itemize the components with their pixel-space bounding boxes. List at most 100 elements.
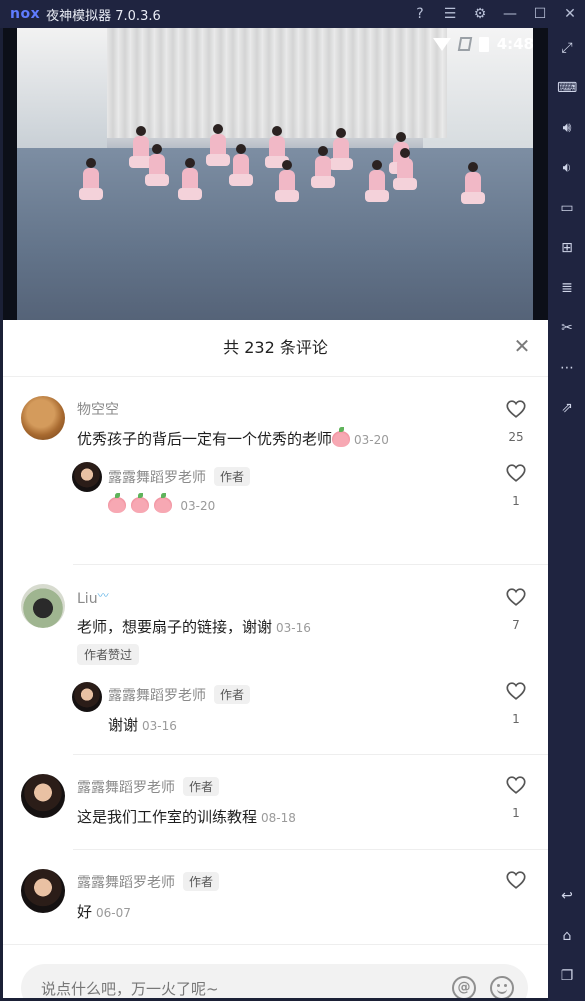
like-count: 1 [512,712,520,726]
reply-date: 03-20 [180,499,216,513]
like-button[interactable]: 1 [501,774,531,820]
comment-username[interactable]: 露露舞蹈罗老师 作者 [77,777,220,797]
divider [73,564,548,565]
emulator-title: 夜神模拟器 7.0.3.6 [46,8,161,24]
peach-emoji-icon [108,493,126,513]
screen-icon[interactable]: ▭ [557,198,577,218]
dancer [275,160,299,204]
like-button[interactable]: 25 [501,398,531,444]
wifi-icon [432,37,451,51]
heart-icon [506,871,526,889]
close-icon[interactable]: ✕ [512,336,532,356]
video-player[interactable]: 4:48 [3,28,548,320]
avatar[interactable] [72,462,102,492]
avatar[interactable] [21,869,65,913]
comment-date: 03-16 [276,621,311,635]
like-count: 25 [508,430,524,444]
like-count: 1 [512,494,520,508]
comment-text[interactable]: 优秀孩子的背后一定有一个优秀的老师 03-20 [77,427,389,449]
dancer [129,126,153,170]
share-icon[interactable]: ⇗ [557,398,577,418]
heart-icon [506,682,526,700]
reply-text[interactable]: 03-20 [108,493,216,514]
author-tag: 作者 [214,467,251,486]
help-icon[interactable]: ? [411,6,429,22]
back-icon[interactable]: ↩ [557,886,577,906]
avatar[interactable] [21,396,65,440]
reply-username[interactable]: 露露舞蹈罗老师 作者 [108,467,251,487]
comment-text[interactable]: 老师，想要扇子的链接，谢谢 03-16 [77,616,311,637]
fullscreen-icon[interactable]: ⤢ [557,38,577,58]
clock: 4:48 [496,35,534,53]
volume-up-icon[interactable]: 🔊︎ [557,118,577,138]
heart-icon [506,464,526,482]
comment-username[interactable]: 物空空 [77,399,119,419]
divider [3,944,548,945]
avatar[interactable] [72,682,102,712]
reply-username[interactable]: 露露舞蹈罗老师 作者 [108,685,251,705]
comment-text[interactable]: 这是我们工作室的训练教程 08-18 [77,806,296,827]
peach-emoji-icon [153,493,172,513]
heart-icon [506,400,526,418]
minimize-icon[interactable]: — [501,6,519,22]
dancer [229,144,253,188]
like-button[interactable] [501,869,531,895]
divider [3,376,548,377]
close-icon[interactable]: ✕ [561,6,579,22]
emulator-toolbar: ⤢ ⌨ 🔊︎ 🔉︎ ▭ ⊞ ≣ ✂ ⋯ ⇗ ↩ ⌂ ❐ [548,28,585,1001]
comment-input-bar[interactable]: 说点什么吧，万一火了呢~ @ [21,964,528,998]
no-sim-icon [457,37,472,51]
recent-apps-icon[interactable]: ❐ [557,966,577,986]
window-controls: ? ☰ ⚙ — ☐ ✕ [411,0,579,28]
peach-emoji-icon [130,493,149,513]
dancer [206,124,230,168]
heart-icon [506,588,526,606]
reply-text[interactable]: 谢谢 03-16 [108,714,177,735]
android-screen: 4:48 共 232 条评论 ✕ 物空空 优秀孩子的背后一定有一个优秀的老师 03… [3,28,548,998]
author-tag: 作者 [183,777,220,796]
dancer [145,144,169,188]
author-liked-badge: 作者赞过 [77,644,140,665]
settings-icon[interactable]: ⚙ [471,6,489,22]
dancer [178,158,202,202]
peach-emoji-icon [332,427,351,447]
dancer [461,162,485,206]
divider [73,754,548,755]
emoji-icon[interactable] [490,976,514,998]
heart-icon [506,776,526,794]
reply-date: 03-16 [142,719,177,733]
author-tag: 作者 [214,685,251,704]
more-icon[interactable]: ⋯ [557,358,577,378]
avatar[interactable] [21,584,65,628]
comment-username[interactable]: 露露舞蹈罗老师 作者 [77,872,220,892]
dancer [311,146,335,190]
battery-icon [478,36,489,52]
comment-username[interactable]: Liu〰 [77,587,109,607]
like-button[interactable]: 1 [501,680,531,726]
like-count: 7 [512,618,520,632]
video-frame [17,28,533,320]
scissors-icon[interactable]: ✂ [557,318,577,338]
emulator-titlebar: nox 夜神模拟器 7.0.3.6 ? ☰ ⚙ — ☐ ✕ [0,0,585,28]
dancer [393,148,417,192]
author-tag: 作者 [183,872,220,891]
at-mention-icon[interactable]: @ [452,976,476,998]
apk-install-icon[interactable]: ⊞ [557,238,577,258]
maximize-icon[interactable]: ☐ [531,6,549,22]
nox-logo: nox [10,6,41,22]
comment-input[interactable]: 说点什么吧，万一火了呢~ [41,978,219,998]
like-button[interactable]: 1 [501,462,531,508]
like-button[interactable]: 7 [501,586,531,632]
keyboard-icon[interactable]: ⌨ [557,78,577,98]
divider [73,849,548,850]
home-icon[interactable]: ⌂ [557,926,577,946]
like-count: 1 [512,806,520,820]
comment-text[interactable]: 好 06-07 [77,901,131,922]
emulator-window: nox 夜神模拟器 7.0.3.6 ? ☰ ⚙ — ☐ ✕ ⤢ ⌨ 🔊︎ 🔉︎ … [0,0,585,1001]
volume-down-icon[interactable]: 🔉︎ [557,158,577,178]
menu-icon[interactable]: ☰ [441,6,459,22]
multi-instance-icon[interactable]: ≣ [557,278,577,298]
comment-date: 06-07 [96,906,131,920]
avatar[interactable] [21,774,65,818]
comment-date: 08-18 [261,811,296,825]
